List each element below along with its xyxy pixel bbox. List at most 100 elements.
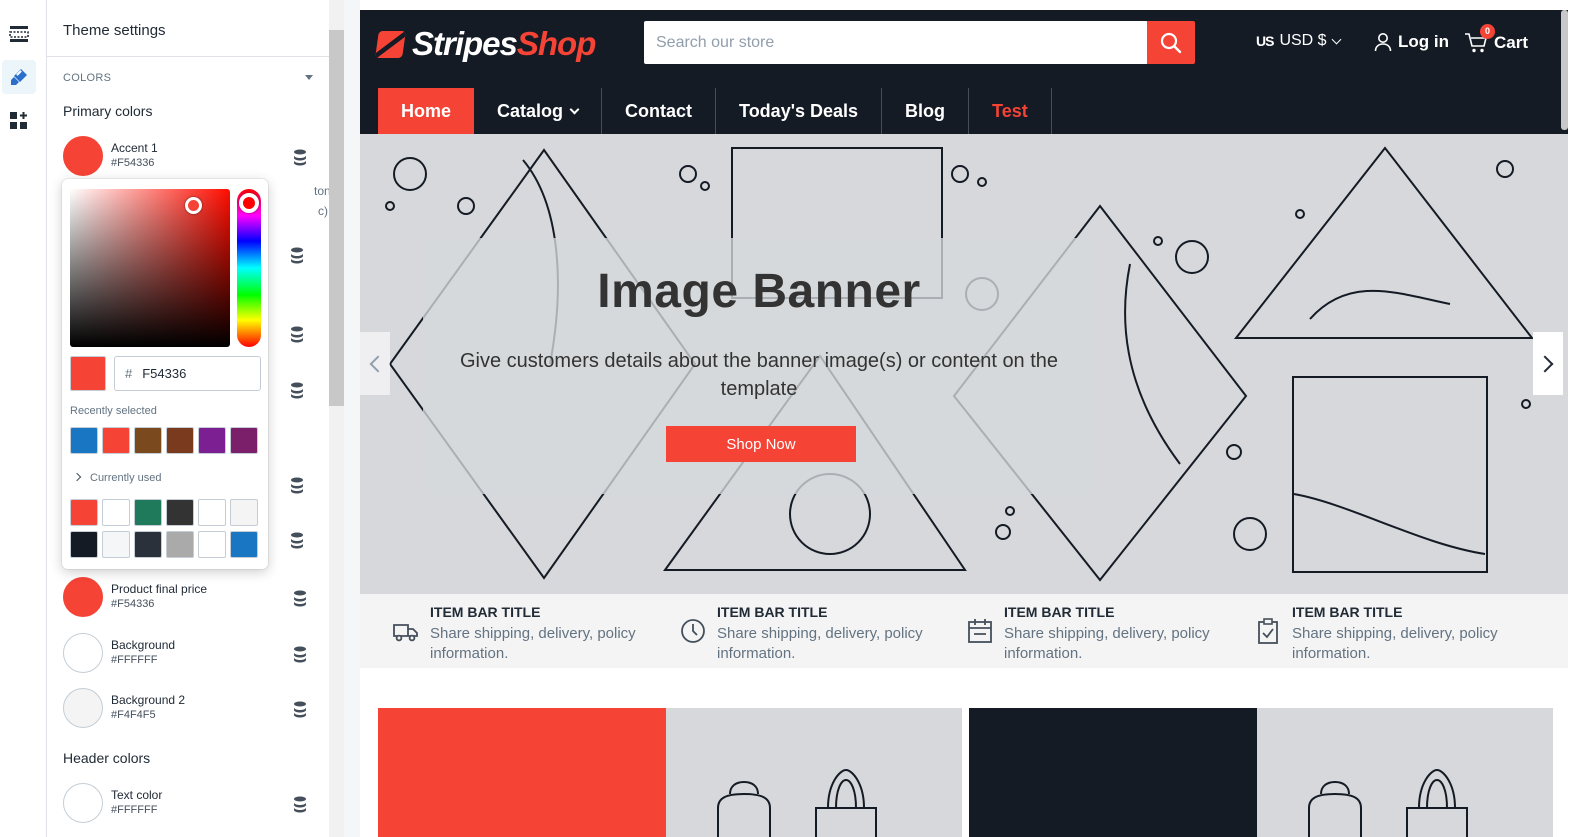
dynamic-source-icon[interactable] [289, 381, 305, 399]
cart-link[interactable]: 0 Cart [1464, 24, 1529, 54]
store-header: StripesShop Search our store US USD $ Lo… [360, 10, 1568, 136]
color-swatch[interactable] [63, 633, 103, 673]
color-swatch[interactable] [63, 577, 103, 617]
nav-blog[interactable]: Blog [882, 88, 970, 134]
dynamic-source-icon[interactable] [289, 476, 305, 494]
color-swatch[interactable] [63, 783, 103, 823]
info-item-text: Share shipping, delivery, policy informa… [1292, 625, 1498, 662]
color-name: Background 2 [111, 693, 186, 707]
color-setting-background[interactable]: Background #FFFFFF [63, 633, 308, 677]
color-hex: #F4F4F5 [111, 709, 156, 721]
saturation-value-area[interactable] [70, 189, 230, 347]
cart-count-badge: 0 [1480, 24, 1495, 39]
slide-prev-button[interactable] [360, 332, 390, 395]
current-swatches-row [70, 531, 258, 558]
color-swatch-chip[interactable] [198, 499, 226, 526]
dynamic-source-icon[interactable] [292, 645, 308, 663]
main-nav: Home Catalog Contact Today's Deals Blog … [378, 88, 1052, 134]
color-swatch-chip[interactable] [166, 427, 194, 454]
nav-catalog-label: Catalog [497, 100, 564, 121]
color-swatch-chip[interactable] [70, 531, 98, 558]
colors-section-toggle[interactable]: COLORS [63, 72, 313, 88]
primary-colors-label: Primary colors [63, 103, 153, 119]
saturation-handle[interactable] [185, 197, 202, 214]
store-preview: StripesShop Search our store US USD $ Lo… [360, 10, 1568, 837]
preview-gutter [344, 0, 360, 837]
color-swatch-chip[interactable] [166, 499, 194, 526]
color-swatch[interactable] [63, 688, 103, 728]
color-swatch-chip[interactable] [70, 427, 98, 454]
info-item-title: ITEM BAR TITLE [717, 604, 828, 620]
nav-home[interactable]: Home [378, 88, 475, 134]
hash-prefix: # [125, 366, 133, 381]
color-swatch-chip[interactable] [198, 531, 226, 558]
dynamic-source-icon[interactable] [289, 531, 305, 549]
theme-brush-icon[interactable] [2, 60, 36, 94]
slide-next-button[interactable] [1533, 332, 1563, 395]
nav-contact[interactable]: Contact [602, 88, 717, 134]
nav-catalog[interactable]: Catalog [474, 88, 603, 134]
color-swatch-chip[interactable] [102, 531, 130, 558]
nav-test[interactable]: Test [969, 88, 1052, 134]
promo-image [1257, 708, 1553, 837]
hex-input[interactable]: # F54336 [114, 356, 261, 391]
chevron-down-icon [569, 104, 580, 114]
color-swatch-chip[interactable] [134, 499, 162, 526]
search-input[interactable]: Search our store [644, 21, 1148, 64]
login-link[interactable]: Log in [1374, 32, 1449, 52]
color-setting-product-final-price[interactable]: Product final price #F54336 [63, 577, 308, 621]
color-swatch-chip[interactable] [198, 427, 226, 454]
current-swatches-row [70, 499, 258, 526]
color-swatch-chip[interactable] [134, 427, 162, 454]
color-swatch-chip[interactable] [134, 531, 162, 558]
image-banner: Image Banner Give customers details abou… [360, 134, 1568, 594]
flag-icon: US [1256, 33, 1274, 49]
hex-value: F54336 [142, 366, 187, 381]
dynamic-source-icon[interactable] [289, 246, 305, 264]
color-setting-accent-1[interactable]: Accent 1 #F54336 [63, 136, 308, 180]
currently-used-label: Currently used [90, 472, 162, 484]
panel-scrollbar-thumb[interactable] [329, 30, 344, 406]
color-swatch-chip[interactable] [102, 427, 130, 454]
sections-icon[interactable] [2, 17, 36, 51]
cart-icon: 0 [1464, 24, 1495, 54]
apps-icon[interactable] [2, 104, 36, 138]
dynamic-source-icon[interactable] [289, 325, 305, 343]
promo-color-panel [969, 708, 1257, 837]
promo-color-panel [378, 708, 666, 837]
chevron-right-icon [1536, 355, 1554, 372]
color-swatch-chip[interactable] [166, 531, 194, 558]
preview-scrollbar-thumb[interactable] [1561, 10, 1568, 130]
currently-used-toggle[interactable]: Currently used [70, 472, 162, 484]
header-colors-label: Header colors [63, 750, 151, 766]
cart-label: Cart [1494, 33, 1529, 52]
hue-handle[interactable] [239, 193, 259, 213]
chevron-down-icon [1331, 34, 1342, 44]
color-swatch-chip[interactable] [102, 499, 130, 526]
dynamic-source-icon[interactable] [292, 700, 308, 718]
color-setting-text-color[interactable]: Text color #FFFFFF [63, 783, 308, 827]
store-logo[interactable]: StripesShop [375, 24, 596, 64]
color-hex: #F54336 [111, 157, 155, 169]
calendar-icon [968, 619, 992, 643]
currency-selector[interactable]: US USD $ [1256, 32, 1342, 50]
dynamic-source-icon[interactable] [292, 148, 308, 166]
color-swatch[interactable] [63, 136, 103, 176]
info-item-text: Share shipping, delivery, policy informa… [1004, 625, 1210, 662]
editor-rail [0, 0, 47, 837]
shop-now-button[interactable]: Shop Now [666, 426, 856, 462]
color-name: Background [111, 638, 176, 652]
color-swatch-chip[interactable] [230, 499, 258, 526]
color-swatch-chip[interactable] [230, 531, 258, 558]
promo-block[interactable] [969, 708, 1559, 837]
promo-image [666, 708, 962, 837]
dynamic-source-icon[interactable] [292, 589, 308, 607]
search-button[interactable] [1147, 21, 1195, 64]
color-setting-background-2[interactable]: Background 2 #F4F4F5 [63, 688, 308, 732]
color-swatch-chip[interactable] [70, 499, 98, 526]
color-swatch-chip[interactable] [230, 427, 258, 454]
promo-block[interactable] [378, 708, 962, 837]
hue-slider[interactable] [237, 189, 261, 347]
dynamic-source-icon[interactable] [292, 795, 308, 813]
nav-todays-deals[interactable]: Today's Deals [716, 88, 883, 134]
